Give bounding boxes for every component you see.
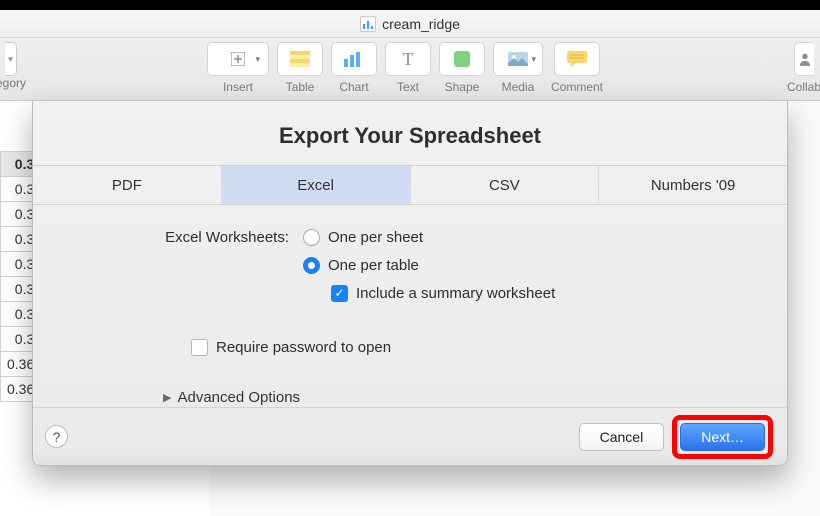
shape-icon [453,50,471,68]
tutorial-highlight: Next… [672,415,773,459]
media-icon [508,52,528,66]
advanced-options-label: Advanced Options [177,389,300,406]
chart-label: Chart [339,80,368,94]
table-label: Table [286,80,315,94]
insert-label: Insert [223,80,253,94]
export-format-tabs: PDFExcelCSVNumbers '09 [33,165,787,205]
insert-button[interactable] [207,42,269,76]
text-label: Text [397,80,419,94]
shape-button[interactable] [439,42,485,76]
worksheets-label: Excel Worksheets: [33,229,303,246]
comment-button[interactable] [554,42,600,76]
category-button-fragment[interactable]: ▾ [5,42,17,76]
advanced-options-disclosure[interactable]: ▶ Advanced Options [163,389,787,406]
next-button[interactable]: Next… [680,423,765,451]
chart-button[interactable] [331,42,377,76]
plus-icon [231,52,245,66]
window-title: cream_ridge [382,16,460,32]
collaborate-button-fragment[interactable] [794,42,814,76]
person-icon [799,51,811,67]
document-icon [360,16,376,32]
collaborate-label-fragment: Collab [787,80,820,94]
password-checkbox-label: Require password to open [216,339,391,356]
comment-icon [567,51,587,67]
media-button[interactable] [493,42,543,76]
toolbar: ▾ egory Insert Table Chart T Text [0,38,820,101]
tab-excel[interactable]: Excel [222,166,411,204]
cancel-button[interactable]: Cancel [579,423,665,451]
radio-one-per-table-label: One per table [328,257,419,274]
tab-csv[interactable]: CSV [411,166,600,204]
password-checkbox[interactable] [191,339,208,356]
export-sheet-modal: Export Your Spreadsheet PDFExcelCSVNumbe… [32,101,788,466]
chart-icon [343,51,365,67]
radio-one-per-table[interactable] [303,257,320,274]
radio-one-per-sheet-label: One per sheet [328,229,423,246]
text-button[interactable]: T [385,42,431,76]
text-icon: T [402,49,413,70]
shape-label: Shape [445,80,480,94]
title-bar: cream_ridge [0,10,820,38]
table-button[interactable] [277,42,323,76]
window-black-bar [0,0,820,10]
comment-label: Comment [551,80,603,94]
media-label: Media [502,80,535,94]
summary-checkbox[interactable]: ✓ [331,285,348,302]
tab-numbers-09[interactable]: Numbers '09 [599,166,787,204]
summary-checkbox-label: Include a summary worksheet [356,285,555,302]
help-button[interactable]: ? [45,425,68,448]
tab-pdf[interactable]: PDF [33,166,222,204]
radio-one-per-sheet[interactable] [303,229,320,246]
table-icon [290,51,310,67]
modal-title: Export Your Spreadsheet [33,101,787,165]
disclosure-triangle-icon: ▶ [163,391,171,404]
